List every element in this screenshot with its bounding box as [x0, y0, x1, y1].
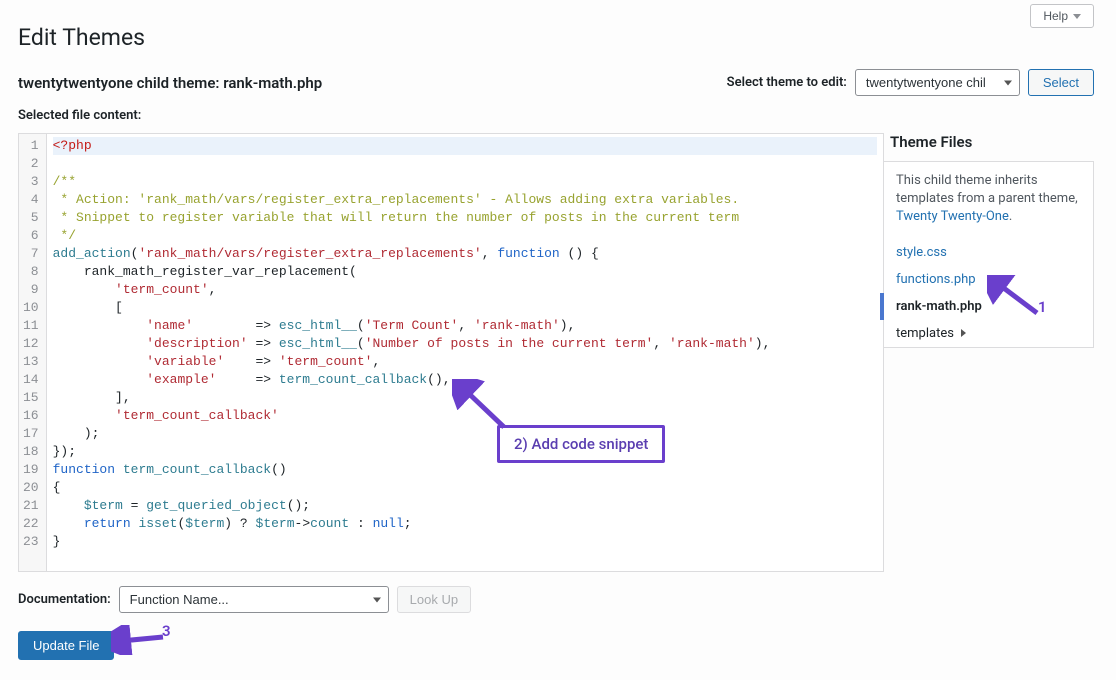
update-file-button[interactable]: Update File — [18, 631, 114, 660]
theme-files-panel: This child theme inherits templates from… — [884, 161, 1094, 348]
file-item[interactable]: style.css — [884, 239, 1093, 266]
theme-desc-suffix: . — [1009, 209, 1012, 224]
code-gutter: 1234567891011121314151617181920212223 — [19, 134, 47, 571]
page-title: Edit Themes — [18, 24, 1094, 51]
code-content[interactable]: <?php /** * Action: 'rank_math/vars/regi… — [47, 134, 883, 571]
code-editor[interactable]: 1234567891011121314151617181920212223 <?… — [18, 133, 884, 572]
current-file-heading: twentytwentyone child theme: rank-math.p… — [18, 74, 322, 92]
documentation-select[interactable]: Function Name... — [119, 586, 389, 613]
theme-select[interactable]: twentytwentyone chil — [855, 69, 1020, 96]
select-theme-button[interactable]: Select — [1028, 69, 1094, 96]
lookup-button[interactable]: Look Up — [397, 586, 471, 613]
theme-select-label: Select theme to edit: — [727, 75, 847, 90]
help-button[interactable]: Help — [1030, 4, 1094, 28]
chevron-down-icon — [1073, 14, 1081, 19]
annotation-number-3: 3 — [162, 622, 171, 640]
help-label: Help — [1043, 9, 1068, 23]
file-item[interactable]: functions.php — [884, 266, 1093, 293]
selected-file-label: Selected file content: — [18, 108, 1094, 123]
parent-theme-link[interactable]: Twenty Twenty-One — [896, 209, 1009, 224]
theme-description: This child theme inherits templates from… — [884, 162, 1093, 239]
theme-files-heading: Theme Files — [890, 133, 1094, 151]
theme-desc-text: This child theme inherits templates from… — [896, 173, 1078, 206]
annotation-number-1: 1 — [1038, 298, 1047, 316]
annotation-callout: 2) Add code snippet — [497, 425, 665, 463]
file-item[interactable]: rank-math.php — [880, 293, 1093, 320]
documentation-label: Documentation: — [18, 592, 111, 607]
folder-item[interactable]: templates — [884, 320, 1093, 347]
